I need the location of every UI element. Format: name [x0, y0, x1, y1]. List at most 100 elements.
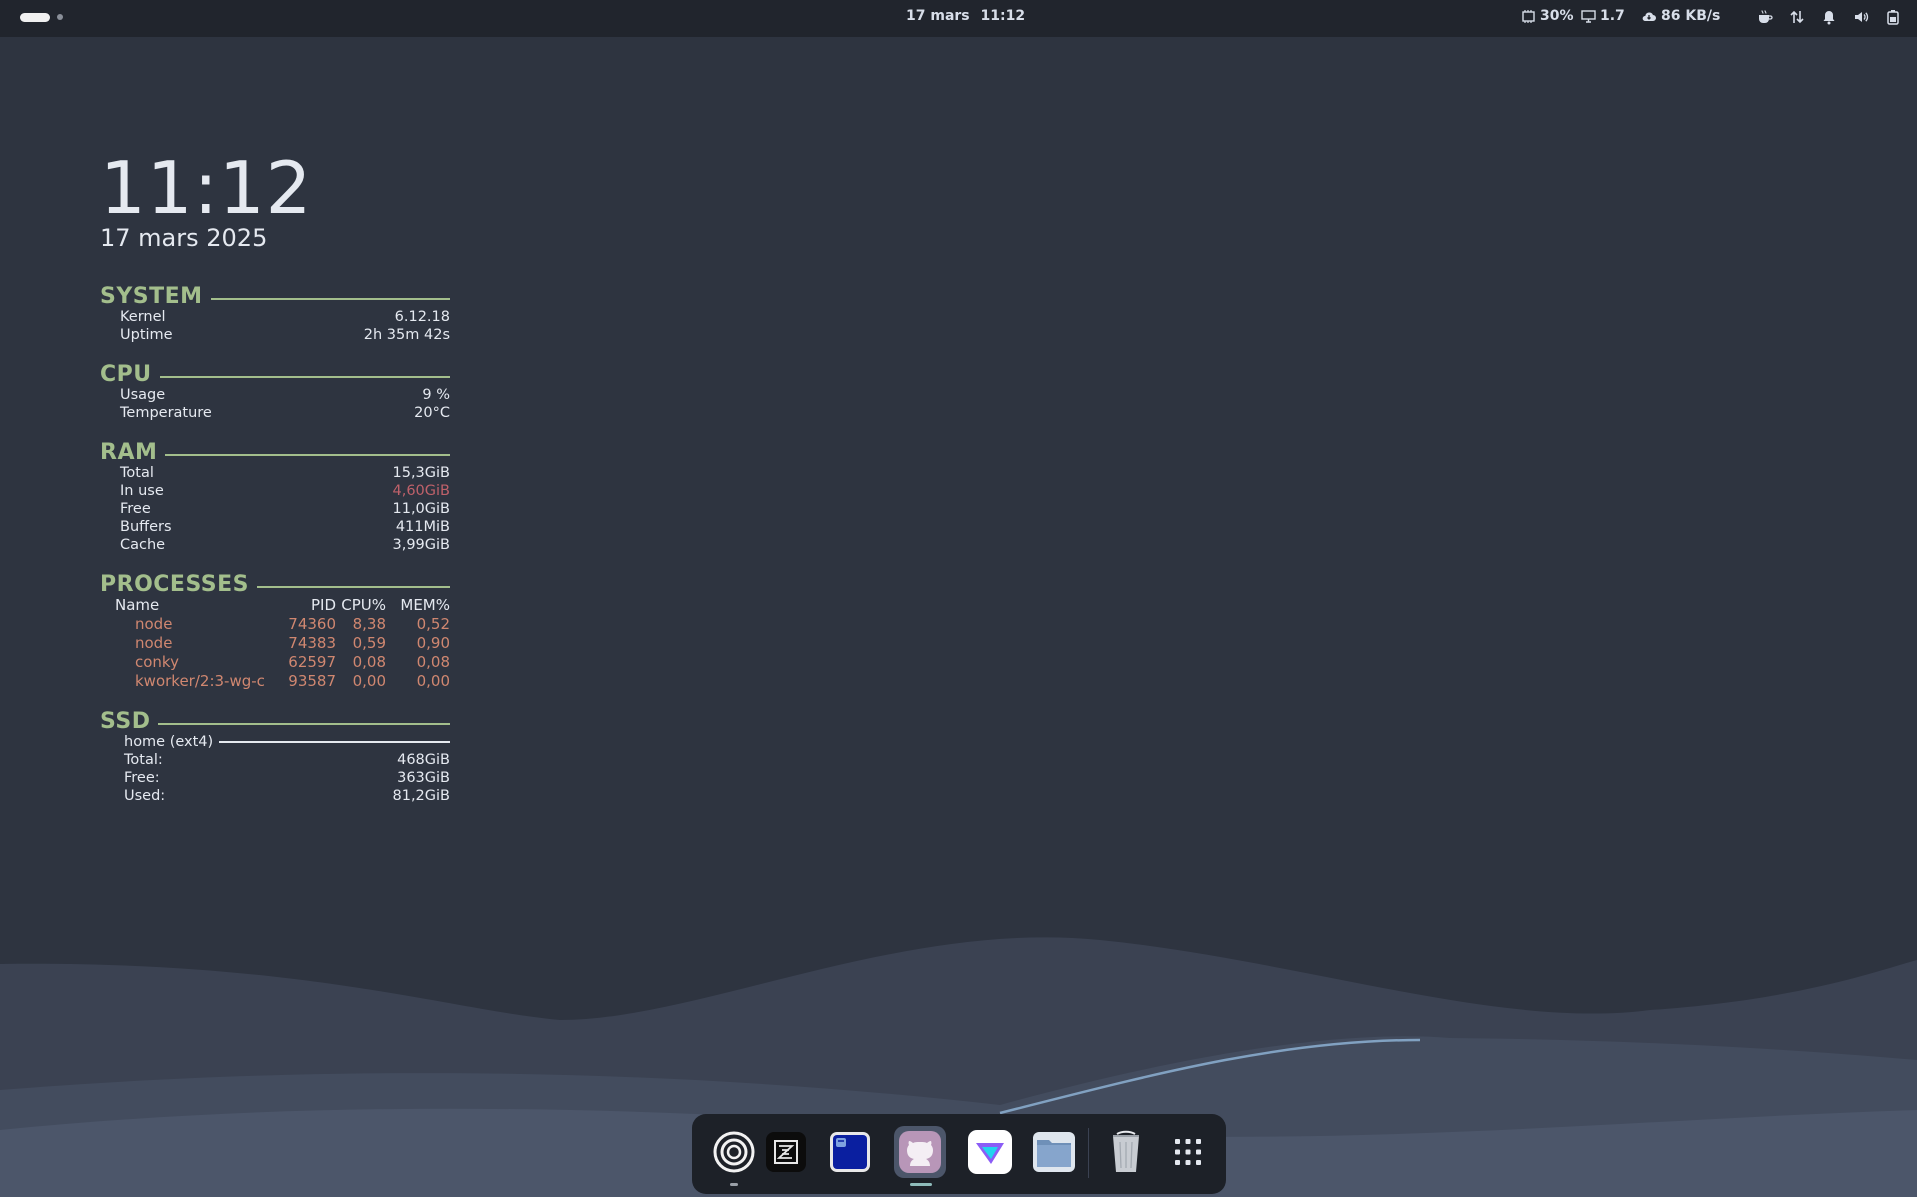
row-value: 81,2GiB: [392, 788, 451, 804]
dock-separator: [1088, 1128, 1089, 1178]
network-arrows-icon[interactable]: [1789, 9, 1805, 25]
trash-icon[interactable]: [1100, 1126, 1152, 1178]
process-cpu: 0,08: [352, 653, 386, 671]
ssd-free-row: Free: 363GiB: [100, 769, 450, 787]
ram-cache-row: Cache 3,99GiB: [100, 536, 450, 554]
row-label: Usage: [120, 387, 166, 403]
section-rule: [159, 376, 450, 378]
process-table: Name PID CPU% MEM% node 74360 8,38 0,52 nod…: [100, 596, 450, 691]
conky-clock: 11:12: [100, 146, 313, 230]
process-pid: 74383: [288, 634, 336, 652]
section-rule: [165, 454, 450, 456]
network-speed: 86 KB/s: [1661, 8, 1721, 24]
process-name: node: [135, 634, 173, 652]
monitor-icon: [1581, 9, 1596, 23]
top-bar: 17 mars 11:12 30% 1.7 86 KB/s: [0, 0, 1917, 37]
row-value: 3,99GiB: [392, 537, 451, 553]
topbar-date: 17 mars: [906, 8, 970, 24]
ram-total-row: Total 15,3GiB: [100, 464, 450, 482]
column-header: PID: [310, 596, 336, 614]
row-label: Free:: [124, 770, 160, 786]
process-mem: 0,90: [416, 634, 450, 652]
row-value: 11,0GiB: [392, 501, 451, 517]
cpu-section: CPU Usage 9 % Temperature 20°C: [100, 362, 450, 422]
section-rule: [210, 298, 450, 300]
app-grid-icon[interactable]: [1162, 1126, 1214, 1178]
row-label: Kernel: [120, 309, 166, 325]
workspace-active-indicator[interactable]: [20, 13, 50, 22]
row-value: 363GiB: [397, 770, 450, 786]
section-rule: [257, 586, 450, 588]
cpu-percent: 30%: [1540, 8, 1574, 24]
cpu-chip-icon: [1522, 9, 1535, 23]
row-label: Total:: [124, 752, 163, 768]
cpu-indicator[interactable]: 30%: [1521, 8, 1574, 24]
row-value: 20°C: [414, 405, 450, 421]
table-row: node 74383 0,59 0,90: [100, 634, 450, 653]
process-mem: 0,52: [416, 615, 450, 633]
cpu-usage-row: Usage 9 %: [100, 386, 450, 404]
ram-section: RAM Total 15,3GiB In use 4,60GiB Free 11,0G…: [100, 440, 450, 554]
process-pid: 62597: [288, 653, 336, 671]
row-label: Buffers: [120, 519, 172, 535]
process-cpu: 0,00: [352, 672, 386, 690]
section-title: SYSTEM: [100, 283, 203, 309]
row-value: 15,3GiB: [392, 465, 451, 481]
topbar-clock[interactable]: 17 mars 11:12: [906, 8, 1025, 24]
process-name: node: [135, 615, 173, 633]
mount-label: home (ext4): [124, 734, 214, 750]
table-row: node 74360 8,38 0,52: [100, 615, 450, 634]
column-header: CPU%: [341, 596, 386, 614]
uptime-row: Uptime 2h 35m 42s: [100, 326, 450, 344]
table-row: kworker/2:3-wg-c 93587 0,00 0,00: [100, 672, 450, 691]
proton-vpn-icon[interactable]: [964, 1126, 1016, 1178]
workspace-inactive-indicator[interactable]: [57, 14, 63, 20]
ssd-total-row: Total: 468GiB: [100, 751, 450, 769]
ram-inuse-row: In use 4,60GiB: [100, 482, 450, 500]
process-pid: 74360: [288, 615, 336, 633]
ram-buffers-row: Buffers 411MiB: [100, 518, 450, 536]
kernel-row: Kernel 6.12.18: [100, 308, 450, 326]
row-label: In use: [120, 483, 164, 499]
rings-app-icon[interactable]: [708, 1126, 760, 1178]
load-average: 1.7: [1600, 8, 1625, 24]
dock: [692, 1114, 1226, 1194]
github-desktop-icon[interactable]: [894, 1126, 946, 1178]
row-value: 468GiB: [397, 752, 450, 768]
network-speed-indicator[interactable]: 86 KB/s: [1641, 8, 1720, 24]
section-title: PROCESSES: [100, 571, 250, 597]
coffee-icon[interactable]: [1757, 9, 1773, 25]
row-value: 9 %: [422, 387, 450, 403]
conky-widget: 11:12 17 mars 2025 SYSTEM Kernel 6.12.18 …: [100, 148, 450, 805]
zed-editor-icon[interactable]: [760, 1126, 812, 1178]
row-label: Uptime: [120, 327, 173, 343]
battery-icon[interactable]: [1885, 9, 1901, 25]
section-rule: [158, 723, 450, 725]
column-header: MEM%: [400, 596, 450, 614]
files-icon[interactable]: [1028, 1126, 1080, 1178]
process-pid: 93587: [288, 672, 336, 690]
row-label: Used:: [124, 788, 166, 804]
load-indicator[interactable]: 1.7: [1581, 8, 1625, 24]
cloud-download-icon: [1642, 11, 1656, 21]
cpu-temperature-row: Temperature 20°C: [100, 404, 450, 422]
table-row: conky 62597 0,08 0,08: [100, 653, 450, 672]
row-label: Total: [120, 465, 154, 481]
ssd-mount-heading: home (ext4): [100, 733, 450, 751]
terminal-app-icon[interactable]: [824, 1126, 876, 1178]
row-value: 2h 35m 42s: [363, 327, 450, 343]
section-title: RAM: [100, 439, 158, 465]
section-title: SSD: [100, 708, 151, 734]
row-value: 4,60GiB: [392, 483, 451, 499]
notification-bell-icon[interactable]: [1821, 9, 1837, 25]
process-mem: 0,00: [416, 672, 450, 690]
running-indicator: [910, 1183, 932, 1186]
process-mem: 0,08: [416, 653, 450, 671]
processes-section: PROCESSES Name PID CPU% MEM% node 74360 8,…: [100, 572, 450, 691]
ssd-used-row: Used: 81,2GiB: [100, 787, 450, 805]
topbar-time: 11:12: [980, 8, 1026, 24]
row-value: 411MiB: [395, 519, 450, 535]
ssd-section: SSD home (ext4) Total: 468GiB Free: 363GiB…: [100, 709, 450, 805]
row-label: Cache: [120, 537, 166, 553]
volume-icon[interactable]: [1853, 9, 1869, 25]
